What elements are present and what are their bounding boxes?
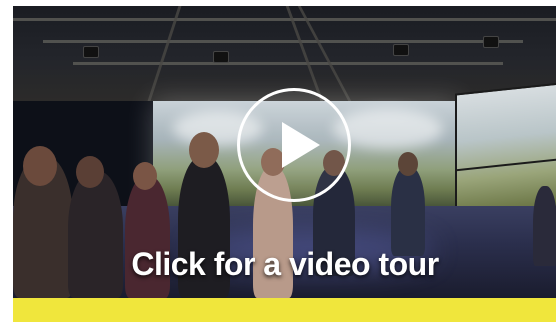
person-head bbox=[133, 162, 157, 190]
stage-light bbox=[213, 51, 229, 63]
stage-light bbox=[83, 46, 99, 58]
video-thumbnail[interactable]: Click for a video tour bbox=[13, 6, 556, 298]
stage-light bbox=[393, 44, 409, 56]
person bbox=[391, 166, 425, 256]
person bbox=[533, 186, 556, 266]
truss bbox=[73, 62, 503, 65]
person-head bbox=[23, 146, 57, 186]
video-tour-label[interactable]: Click for a video tour bbox=[115, 246, 455, 283]
truss bbox=[43, 40, 523, 43]
person-head bbox=[398, 152, 418, 176]
person-head bbox=[76, 156, 104, 188]
truss bbox=[13, 18, 556, 21]
accent-bar bbox=[13, 298, 556, 322]
play-icon bbox=[282, 122, 320, 168]
person-head bbox=[189, 132, 219, 168]
stage-light bbox=[483, 36, 499, 48]
play-button[interactable] bbox=[237, 88, 351, 202]
